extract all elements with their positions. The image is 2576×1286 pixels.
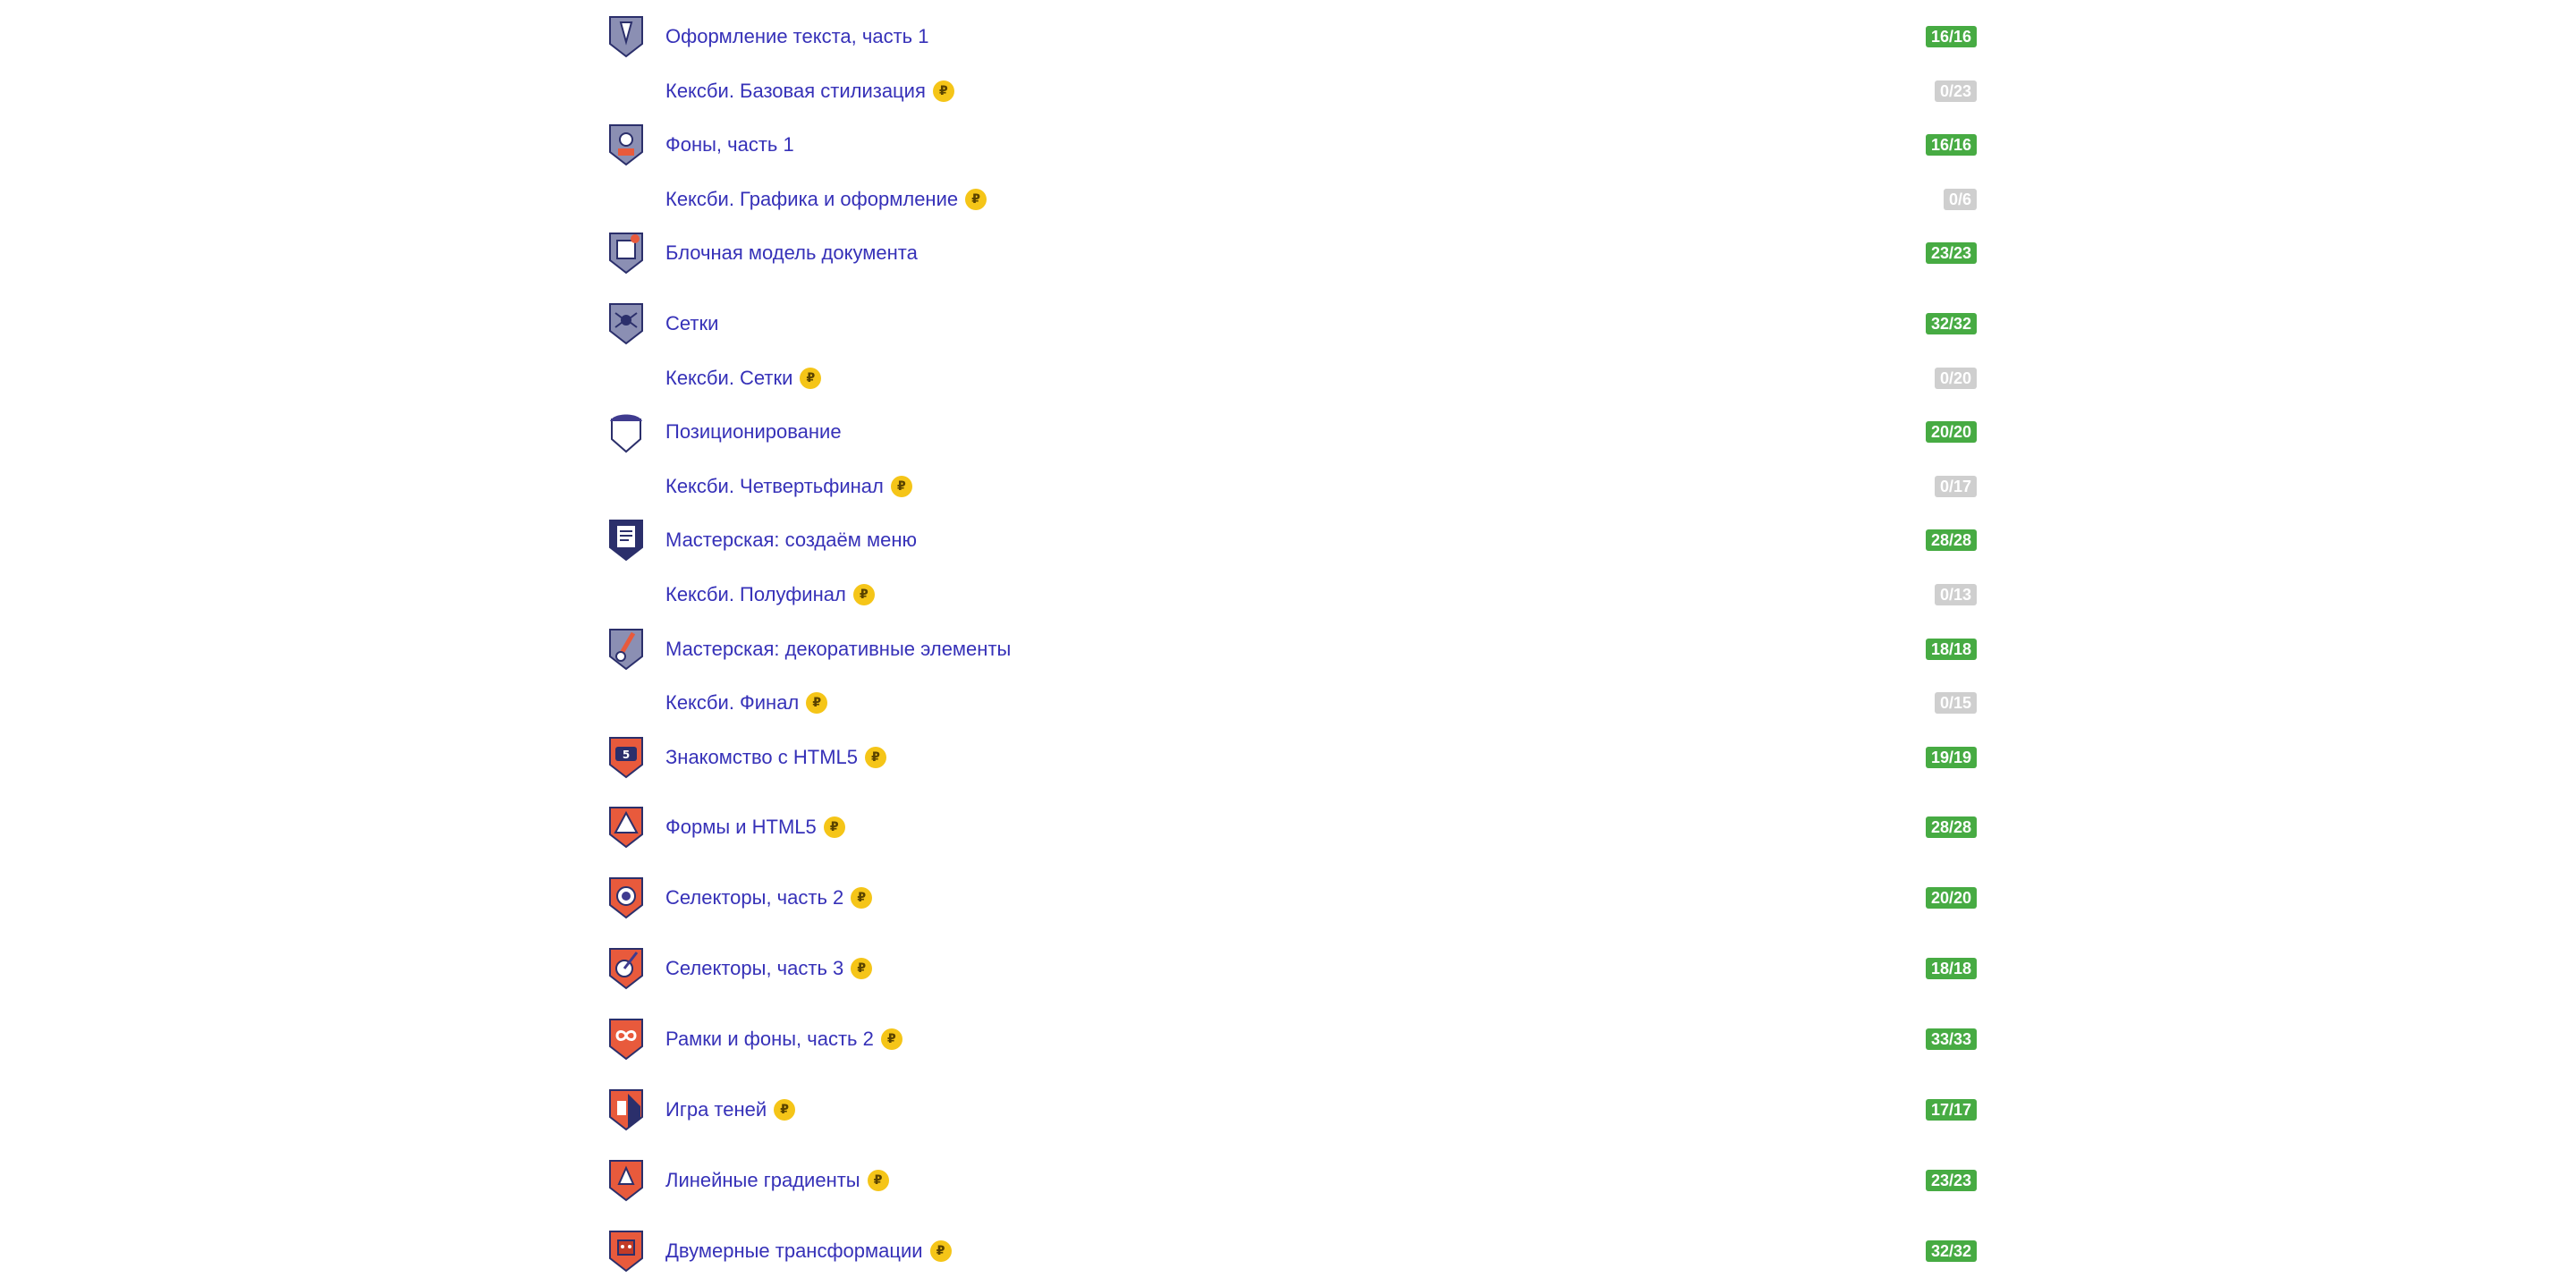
empty-icon-slot	[608, 465, 644, 508]
course-link[interactable]: Линейные градиенты	[665, 1169, 860, 1192]
progress-badge: 18/18	[1925, 639, 1977, 660]
course-link[interactable]: Блочная модель документа	[665, 241, 918, 265]
progress-badge: 18/18	[1925, 958, 1977, 979]
progress-badge: 23/23	[1925, 1170, 1977, 1191]
ruble-coin-icon: ₽	[880, 1028, 902, 1050]
course-row: Мастерская: декоративные элементы 18/18	[608, 628, 1977, 671]
course-row: Селекторы, часть 3 ₽ 18/18	[608, 947, 1977, 990]
progress-badge: 20/20	[1925, 421, 1977, 443]
course-row: Позиционирование 20/20	[608, 410, 1977, 453]
ruble-coin-icon: ₽	[851, 958, 873, 979]
svg-text:5: 5	[623, 749, 630, 761]
course-row: Игра теней ₽ 17/17	[608, 1088, 1977, 1131]
progress-badge: 23/23	[1925, 242, 1977, 264]
course-link[interactable]: Двумерные трансформации	[665, 1239, 923, 1263]
progress-badge: 0/23	[1934, 80, 1977, 102]
course-row: Двумерные трансформации ₽ 32/32	[608, 1230, 1977, 1273]
course-row: Сетки 32/32	[608, 302, 1977, 345]
box-shield-icon	[608, 232, 644, 275]
progress-badge: 0/20	[1934, 368, 1977, 389]
gradient-shield-icon	[608, 1159, 644, 1202]
progress-badge: 0/15	[1934, 692, 1977, 714]
course-row: Мастерская: создаём меню 28/28	[608, 519, 1977, 562]
target-shield-icon	[608, 876, 644, 919]
ruble-coin-icon: ₽	[851, 887, 873, 909]
course-row: Оформление текста, часть 1 16/16	[608, 15, 1977, 58]
course-link[interactable]: Сетки	[665, 312, 718, 335]
course-link[interactable]: Формы и HTML5	[665, 816, 817, 839]
ruble-coin-icon: ₽	[806, 692, 828, 714]
course-link[interactable]: Кексби. Сетки	[665, 367, 792, 390]
hat-shield-icon	[608, 410, 644, 453]
ruble-coin-icon: ₽	[965, 189, 987, 210]
course-link[interactable]: Позиционирование	[665, 420, 842, 444]
course-link[interactable]: Мастерская: декоративные элементы	[665, 638, 1011, 661]
triangle-shield-icon	[608, 806, 644, 849]
course-link[interactable]: Фоны, часть 1	[665, 133, 794, 157]
paint-shield-icon	[608, 123, 644, 166]
ruble-coin-icon: ₽	[852, 584, 875, 605]
course-link[interactable]: Кексби. Графика и оформление	[665, 188, 958, 211]
course-row: Кексби. Графика и оформление ₽ 0/6	[608, 178, 1977, 221]
progress-badge: 0/6	[1943, 189, 1977, 210]
ruble-coin-icon: ₽	[823, 816, 845, 838]
course-link[interactable]: Селекторы, часть 3	[665, 957, 843, 980]
ruble-coin-icon: ₽	[867, 1170, 889, 1191]
target-arrows-shield-icon	[608, 947, 644, 990]
empty-icon-slot	[608, 178, 644, 221]
empty-icon-slot	[608, 357, 644, 400]
course-link[interactable]: Кексби. Полуфинал	[665, 583, 846, 606]
course-link[interactable]: Кексби. Финал	[665, 691, 799, 715]
course-row: Фоны, часть 1 16/16	[608, 123, 1977, 166]
course-link[interactable]: Кексби. Базовая стилизация	[665, 80, 926, 103]
empty-icon-slot	[608, 573, 644, 616]
robot-shield-icon	[608, 1230, 644, 1273]
course-link[interactable]: Оформление текста, часть 1	[665, 25, 928, 48]
progress-badge: 32/32	[1925, 313, 1977, 334]
course-link[interactable]: Кексби. Четвертьфинал	[665, 475, 884, 498]
course-row: Рамки и фоны, часть 2 ₽ 33/33	[608, 1018, 1977, 1061]
progress-badge: 32/32	[1925, 1240, 1977, 1262]
ruble-coin-icon: ₽	[929, 1240, 952, 1262]
ruble-coin-icon: ₽	[890, 476, 912, 497]
course-row: Кексби. Базовая стилизация ₽ 0/23	[608, 70, 1977, 113]
ruble-coin-icon: ₽	[774, 1099, 796, 1121]
course-row: Кексби. Финал ₽ 0/15	[608, 681, 1977, 724]
progress-badge: 28/28	[1925, 529, 1977, 551]
course-row: Блочная модель документа 23/23	[608, 232, 1977, 275]
course-link[interactable]: Селекторы, часть 2	[665, 886, 843, 910]
empty-icon-slot	[608, 70, 644, 113]
course-row: Линейные градиенты ₽ 23/23	[608, 1159, 1977, 1202]
course-row: 5 Знакомство с HTML5 ₽ 19/19	[608, 736, 1977, 779]
course-link[interactable]: Мастерская: создаём меню	[665, 529, 917, 552]
course-row: Селекторы, часть 2 ₽ 20/20	[608, 876, 1977, 919]
progress-badge: 20/20	[1925, 887, 1977, 909]
infinity-shield-icon	[608, 1018, 644, 1061]
progress-badge: 28/28	[1925, 816, 1977, 838]
document-shield-icon	[608, 519, 644, 562]
ruble-coin-icon: ₽	[932, 80, 954, 102]
progress-badge: 17/17	[1925, 1099, 1977, 1121]
progress-badge: 16/16	[1925, 26, 1977, 47]
brush-shield-icon	[608, 628, 644, 671]
course-row: Кексби. Сетки ₽ 0/20	[608, 357, 1977, 400]
course-row: Формы и HTML5 ₽ 28/28	[608, 806, 1977, 849]
course-link[interactable]: Рамки и фоны, часть 2	[665, 1028, 874, 1051]
spider-shield-icon	[608, 302, 644, 345]
progress-badge: 0/13	[1934, 584, 1977, 605]
empty-icon-slot	[608, 681, 644, 724]
progress-badge: 19/19	[1925, 747, 1977, 768]
ruble-coin-icon: ₽	[865, 747, 887, 768]
shadow-hand-shield-icon	[608, 1088, 644, 1131]
ruble-coin-icon: ₽	[800, 368, 822, 389]
progress-badge: 33/33	[1925, 1028, 1977, 1050]
html5-shield-icon: 5	[608, 736, 644, 779]
progress-badge: 0/17	[1934, 476, 1977, 497]
pen-shield-icon	[608, 15, 644, 58]
course-link[interactable]: Знакомство с HTML5	[665, 746, 858, 769]
progress-badge: 16/16	[1925, 134, 1977, 156]
course-link[interactable]: Игра теней	[665, 1098, 767, 1121]
course-row: Кексби. Полуфинал ₽ 0/13	[608, 573, 1977, 616]
course-row: Кексби. Четвертьфинал ₽ 0/17	[608, 465, 1977, 508]
